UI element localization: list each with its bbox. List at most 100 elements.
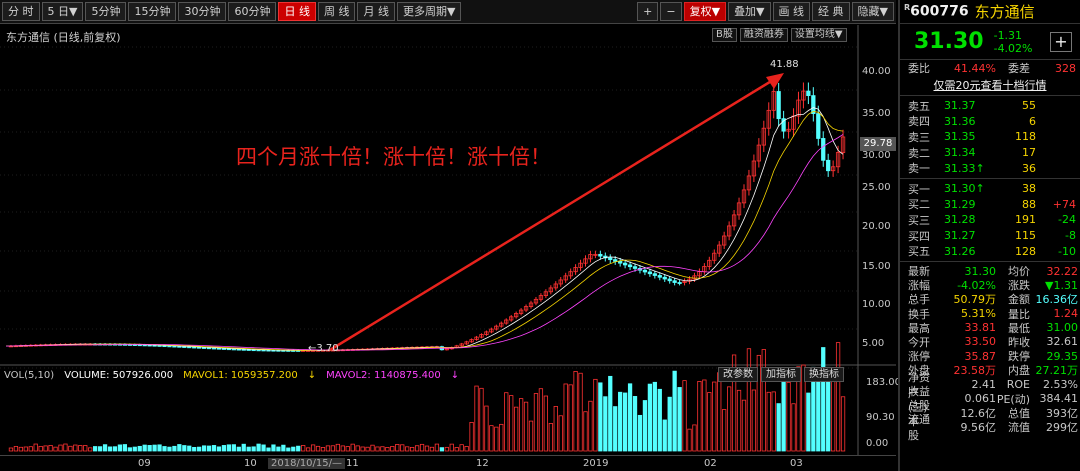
volume-bar [708,393,711,451]
stat-row: 最新 31.30 均价 32.22 [900,264,1080,278]
stat-value: 384.41 [1030,392,1078,405]
classic-button[interactable]: 经 典 [812,2,850,21]
period-toolbar: 分 时 5 日▼ 5分钟 15分钟 30分钟 60分钟 日 线 周 线 月 线 … [0,0,896,24]
stat-row: 涨停 35.87 跌停 29.35 [900,349,1080,363]
period-button-more[interactable]: 更多周期▼ [397,2,461,21]
volume-bar [207,446,210,451]
zoom-in-button[interactable]: + [637,2,658,21]
volume-bar [113,447,116,451]
down-arrow-icon: ↓ [308,370,316,381]
book-price: 31.29 [944,198,996,211]
date-tick: 10 [244,458,257,469]
candle-body [653,274,656,276]
volume-buttons: 改参数 加指标 换指标 [718,367,844,382]
period-button-monthly[interactable]: 月 线 [357,2,395,21]
ma-settings-button[interactable]: 设置均线▼ [791,28,847,42]
b-share-button[interactable]: B股 [712,28,737,42]
mavol2-value: MAVOL2: 1140875.400 [326,370,441,381]
volume-bar [529,421,532,451]
last-price: 31.30 [914,29,984,54]
order-book-row[interactable]: 买五 31.26 128 -10 [900,243,1080,259]
stat-row: 最高 33.81 最低 31.00 [900,321,1080,335]
bid-book: 买一 31.30↑ 38 买二 31.29 88 +74 买三 31.28 191 -24 买四 31.… [900,179,1080,262]
book-volume: 191 [996,213,1036,226]
period-button-5day[interactable]: 5 日▼ [42,2,84,21]
zoom-out-button[interactable]: − [660,2,681,21]
order-book-row[interactable]: 买四 31.27 115 -8 [900,228,1080,244]
price-tick: 25.00 [862,182,891,193]
order-book-row[interactable]: 买三 31.28 191 -24 [900,212,1080,228]
book-volume: 36 [996,162,1036,175]
book-level-label: 买五 [908,243,944,259]
quote-header: R600776 东方通信 [900,0,1080,24]
candle-body [173,346,176,347]
volume-bar [103,445,106,451]
period-button-timeshare[interactable]: 分 时 [2,2,40,21]
volume-bar [584,412,587,451]
order-book-row[interactable]: 卖一 31.33↑ 36 [900,160,1080,176]
add-watchlist-button[interactable]: + [1050,32,1072,52]
stat-value: 27.21万 [1030,362,1078,378]
volume-bar [19,447,22,451]
draw-line-button[interactable]: 画 线 [773,2,811,21]
stat-value: -4.02% [938,279,996,292]
volume-bar [128,448,131,451]
order-book-row[interactable]: 卖二 31.34 17 [900,145,1080,161]
period-button-15min[interactable]: 15分钟 [128,2,176,21]
volume-bar [64,444,67,451]
book-volume: 55 [996,99,1036,112]
volume-bar [74,445,77,451]
period-button-5min[interactable]: 5分钟 [85,2,126,21]
order-book-row[interactable]: 卖五 31.37 55 [900,98,1080,114]
chart-stock-name: 东方通信 [6,31,50,44]
book-level-label: 买二 [908,196,944,212]
order-book-row[interactable]: 卖三 31.35 118 [900,129,1080,145]
edit-params-button[interactable]: 改参数 [718,367,758,382]
candle-body [158,345,161,346]
stat-value: 31.30 [938,265,996,278]
book-level-label: 买一 [908,181,944,197]
hide-dropdown[interactable]: 隐藏▼ [852,2,894,21]
overlay-dropdown[interactable]: 叠加▼ [728,2,770,21]
volume-bar [420,444,423,451]
stat-value: ▼1.31 [1030,279,1078,292]
volume-indicator-name[interactable]: VOL(5,10) [4,370,54,381]
order-book-row[interactable]: 卖四 31.36 6 [900,114,1080,130]
volume-bar [742,400,745,451]
volume-bar [39,446,42,451]
stock-code: R600776 [904,3,969,20]
book-volume: 115 [996,229,1036,242]
kline-chart[interactable]: 东方通信 (日线,前复权) B股 融资融券 设置均线▼ 40.00 35.00 … [0,25,896,471]
margin-button[interactable]: 融资融券 [740,28,788,42]
switch-indicator-button[interactable]: 换指标 [804,367,844,382]
price-adjust-dropdown[interactable]: 复权▼ [684,2,726,21]
period-button-60min[interactable]: 60分钟 [228,2,276,21]
volume-bar [683,381,686,451]
order-book-row[interactable]: 买二 31.29 88 +74 [900,197,1080,213]
candle-body [168,346,171,347]
period-button-weekly[interactable]: 周 线 [318,2,356,21]
stat-value: 32.22 [1030,265,1078,278]
volume-header: VOL(5,10) VOLUME: 507926.000 MAVOL1: 105… [4,370,459,381]
price-tick: 35.00 [862,108,891,119]
volume-bar [277,447,280,451]
order-book-row[interactable]: 买一 31.30↑ 38 [900,181,1080,197]
volume-bar [252,447,255,451]
volume-bar [633,396,636,451]
volume-bar [331,446,334,451]
volume-bar [361,447,364,451]
period-button-daily[interactable]: 日 线 [278,2,316,21]
candle-body [599,254,602,256]
period-button-30min[interactable]: 30分钟 [178,2,226,21]
volume-bar [14,446,17,451]
volume-bar [9,448,12,451]
depth-upgrade-link[interactable]: 仅需20元查看十档行情 [900,76,1080,96]
add-indicator-button[interactable]: 加指标 [761,367,801,382]
volume-bar [153,445,156,451]
quote-stats: 最新 31.30 均价 32.22 涨幅 -4.02% 涨跌 ▼1.31 总手 50.79万 金额 1… [900,262,1080,434]
volume-bar [509,396,512,451]
volume-bar [118,445,121,451]
volume-bar [188,446,191,451]
volume-bar [163,447,166,451]
volume-bar [653,382,656,451]
